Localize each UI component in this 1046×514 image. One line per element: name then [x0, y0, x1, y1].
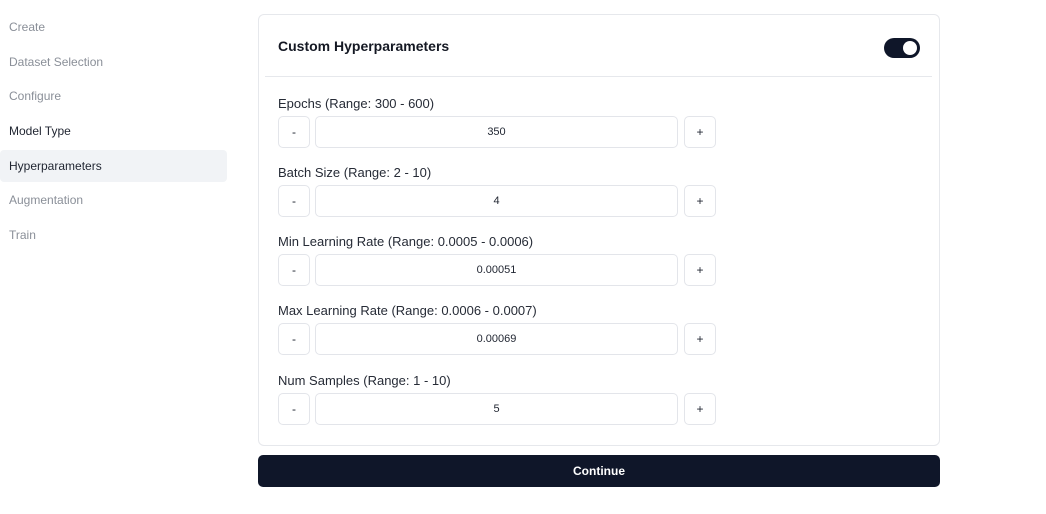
increment-button[interactable]: + — [684, 393, 716, 425]
increment-button[interactable]: + — [684, 323, 716, 355]
field-label: Max Learning Rate (Range: 0.0006 - 0.000… — [278, 303, 537, 318]
batch-size-stepper: - 4 + — [278, 185, 718, 217]
sidebar-item-label: Create — [9, 20, 46, 34]
num-samples-input[interactable]: 5 — [315, 393, 678, 425]
decrement-button[interactable]: - — [278, 323, 310, 355]
toggle-knob — [903, 41, 917, 55]
field-label: Batch Size (Range: 2 - 10) — [278, 165, 432, 180]
sidebar-item-model-type[interactable]: Model Type — [0, 115, 227, 147]
sidebar-item-label: Model Type — [9, 124, 71, 139]
increment-button[interactable]: + — [684, 254, 716, 286]
sidebar-item-label: Dataset Selection — [9, 54, 104, 69]
hyperparameters-card: Custom Hyperparameters Epochs (Range: 30… — [258, 14, 940, 446]
batch-size-field: Batch Size (Range: 2 - 10) - 4 + — [278, 164, 718, 217]
sidebar: Create Dataset Selection Configure Model… — [0, 11, 227, 254]
custom-hyperparameters-toggle[interactable] — [884, 38, 920, 58]
decrement-button[interactable]: - — [278, 185, 310, 217]
num-samples-field: Num Samples (Range: 1 - 10) - 5 + — [278, 372, 718, 425]
increment-button[interactable]: + — [684, 185, 716, 217]
sidebar-item-create[interactable]: Create — [0, 11, 227, 43]
num-samples-stepper: - 5 + — [278, 393, 718, 425]
epochs-field: Epochs (Range: 300 - 600) - 350 + — [278, 95, 718, 148]
sidebar-item-dataset-selection[interactable]: Dataset Selection — [0, 46, 227, 78]
sidebar-item-configure[interactable]: Configure — [0, 80, 227, 112]
continue-button[interactable]: Continue — [258, 455, 940, 487]
min-learning-rate-stepper: - 0.00051 + — [278, 254, 718, 286]
sidebar-item-label: Hyperparameters — [9, 158, 102, 173]
max-learning-rate-stepper: - 0.00069 + — [278, 323, 718, 355]
max-learning-rate-input[interactable]: 0.00069 — [315, 323, 678, 355]
decrement-button[interactable]: - — [278, 393, 310, 425]
card-header: Custom Hyperparameters — [265, 15, 932, 77]
batch-size-input[interactable]: 4 — [315, 185, 678, 217]
card-title: Custom Hyperparameters — [278, 38, 450, 54]
sidebar-item-label: Configure — [9, 89, 62, 104]
min-learning-rate-field: Min Learning Rate (Range: 0.0005 - 0.000… — [278, 233, 718, 286]
sidebar-item-label: Augmentation — [9, 193, 84, 208]
sidebar-item-augmentation[interactable]: Augmentation — [0, 184, 227, 216]
sidebar-item-label: Train — [9, 228, 36, 243]
increment-button[interactable]: + — [684, 116, 716, 148]
decrement-button[interactable]: - — [278, 254, 310, 286]
decrement-button[interactable]: - — [278, 116, 310, 148]
epochs-stepper: - 350 + — [278, 116, 718, 148]
sidebar-item-hyperparameters[interactable]: Hyperparameters — [0, 149, 227, 182]
max-learning-rate-field: Max Learning Rate (Range: 0.0006 - 0.000… — [278, 302, 718, 355]
field-label: Epochs (Range: 300 - 600) — [278, 96, 435, 111]
min-learning-rate-input[interactable]: 0.00051 — [315, 254, 678, 286]
sidebar-item-train[interactable]: Train — [0, 219, 227, 251]
epochs-input[interactable]: 350 — [315, 116, 678, 148]
field-label: Min Learning Rate (Range: 0.0005 - 0.000… — [278, 234, 534, 249]
field-label: Num Samples (Range: 1 - 10) — [278, 373, 451, 388]
